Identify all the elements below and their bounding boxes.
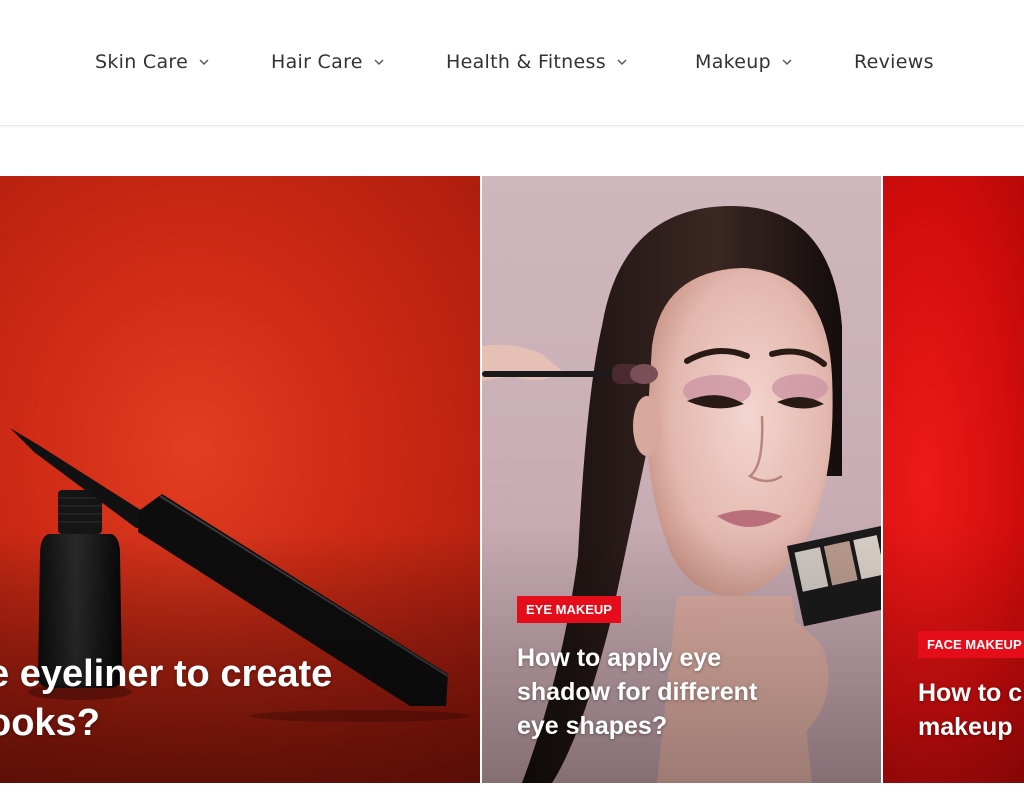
category-badge[interactable]: Face Makeup xyxy=(918,631,1024,658)
nav-item-label: Reviews xyxy=(854,51,934,73)
featured-post-card[interactable]: Eye Makeup How to apply eye shadow for d… xyxy=(482,176,881,783)
nav-item-label: Skin Care xyxy=(95,51,189,73)
main-nav: Skin Care Hair Care Health & Fitness Mak… xyxy=(0,46,1024,78)
post-title[interactable]: How to c makeup xyxy=(918,676,1024,744)
chevron-down-icon xyxy=(781,56,793,68)
chevron-down-icon xyxy=(198,56,210,68)
featured-post-card[interactable]: e eyeliner to create ooks? xyxy=(0,176,480,783)
post-title[interactable]: How to apply eye shadow for different ey… xyxy=(517,641,847,743)
featured-post-card[interactable]: Face Makeup How to c makeup xyxy=(883,176,1024,783)
nav-item-skin-care[interactable]: Skin Care xyxy=(95,46,210,78)
nav-item-label: Health & Fitness xyxy=(446,51,606,73)
nav-item-label: Makeup xyxy=(695,51,771,73)
nav-item-reviews[interactable]: Reviews xyxy=(854,46,934,78)
nav-item-hair-care[interactable]: Hair Care xyxy=(271,46,385,78)
chevron-down-icon xyxy=(373,56,385,68)
post-title[interactable]: e eyeliner to create ooks? xyxy=(0,650,480,749)
category-badge[interactable]: Eye Makeup xyxy=(517,596,621,623)
featured-posts-slider: e eyeliner to create ooks? xyxy=(0,176,1024,783)
nav-item-health-fitness[interactable]: Health & Fitness xyxy=(446,46,628,78)
nav-item-makeup[interactable]: Makeup xyxy=(695,46,793,78)
site-header: Skin Care Hair Care Health & Fitness Mak… xyxy=(0,0,1024,126)
chevron-down-icon xyxy=(616,56,628,68)
nav-item-label: Hair Care xyxy=(271,51,363,73)
